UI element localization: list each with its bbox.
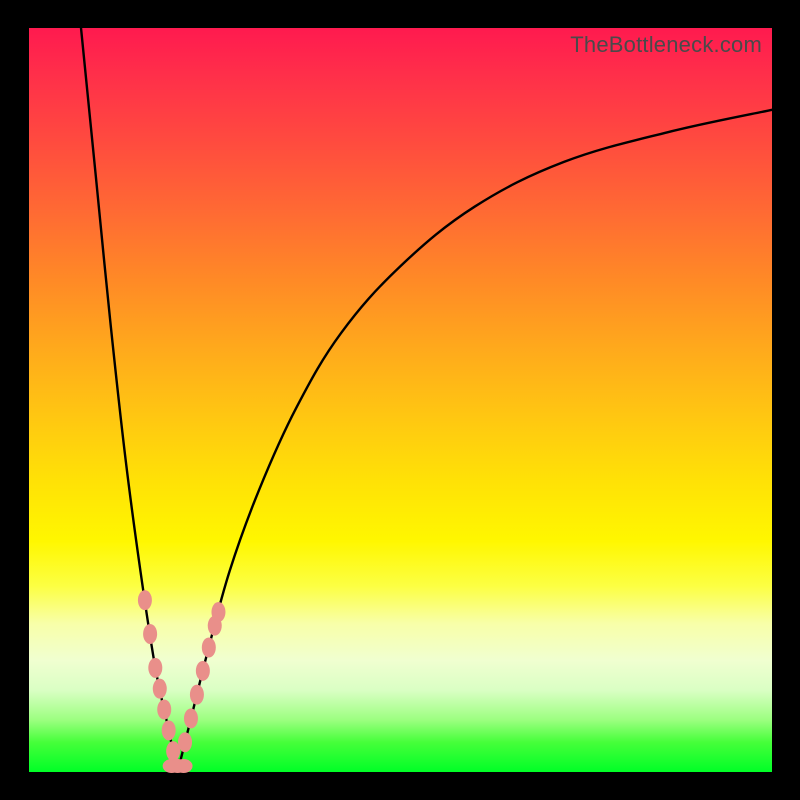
- highlight-bead: [184, 708, 198, 728]
- highlight-beads: [138, 590, 226, 773]
- highlight-bead: [148, 658, 162, 678]
- highlight-bead: [178, 732, 192, 752]
- highlight-bead: [157, 700, 171, 720]
- highlight-bead: [175, 759, 193, 773]
- highlight-bead: [153, 679, 167, 699]
- highlight-bead: [196, 661, 210, 681]
- highlight-bead: [190, 685, 204, 705]
- highlight-bead: [202, 638, 216, 658]
- curve-left-branch: [81, 28, 178, 772]
- highlight-bead: [162, 720, 176, 740]
- curves-svg: [29, 28, 772, 772]
- chart-frame: TheBottleneck.com: [0, 0, 800, 800]
- plot-area: TheBottleneck.com: [29, 28, 772, 772]
- highlight-bead: [211, 602, 225, 622]
- highlight-bead: [138, 590, 152, 610]
- highlight-bead: [143, 624, 157, 644]
- curve-right-branch: [178, 110, 772, 772]
- highlight-bead: [166, 741, 180, 761]
